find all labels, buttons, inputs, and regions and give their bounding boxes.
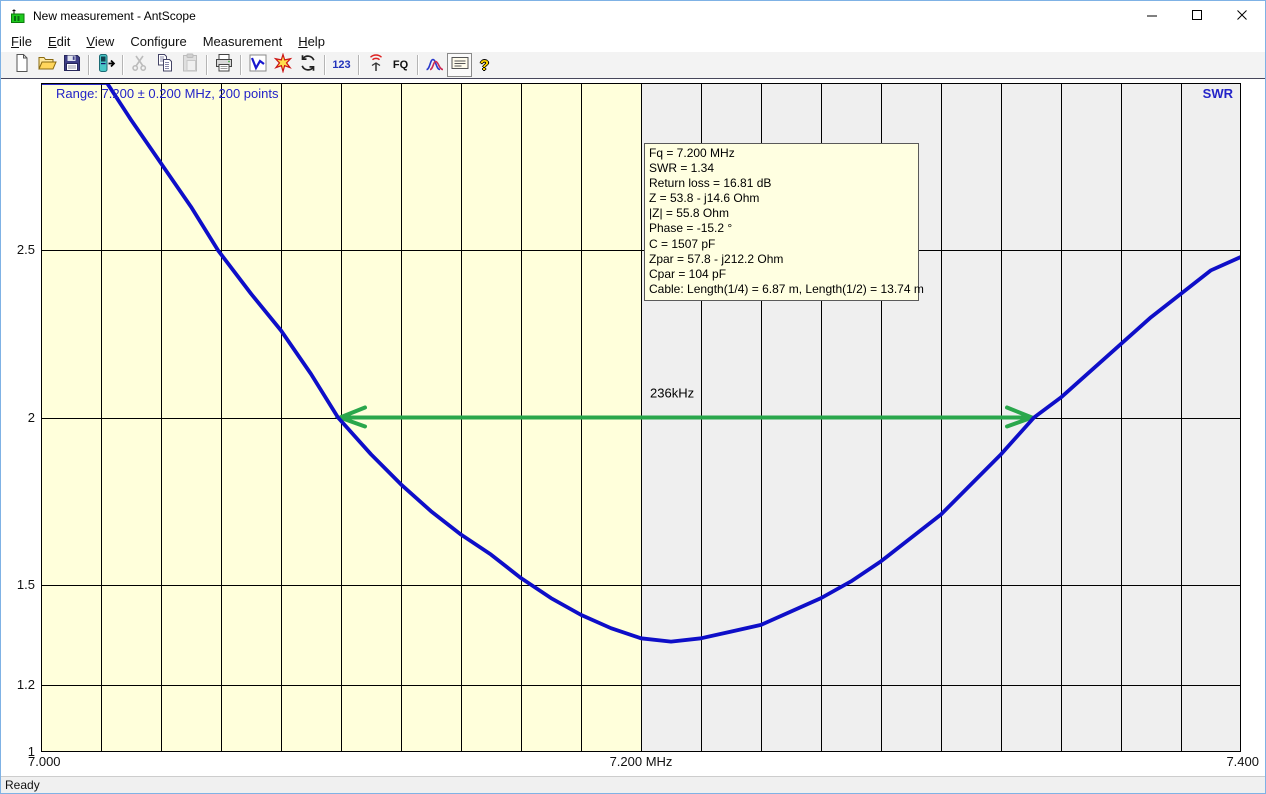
toolbar-separator [206, 55, 207, 75]
maximize-button[interactable] [1175, 1, 1220, 30]
y-tick-1.5: 1.5 [1, 577, 35, 592]
star-burst-icon [273, 53, 293, 78]
range-label: Range: 7.200 ± 0.200 MHz, 200 points [56, 86, 279, 101]
all-graphs-button[interactable] [270, 53, 295, 77]
toolbar: 123 FQ? [1, 52, 1265, 79]
tooltip-line-8: Cpar = 104 pF [649, 267, 914, 282]
menu-view[interactable]: View [78, 32, 122, 51]
notes-panel-button[interactable] [447, 53, 472, 77]
tooltip-line-5: Phase = -15.2 ° [649, 221, 914, 236]
y-tick-1.2: 1.2 [1, 677, 35, 692]
chart-view-button[interactable] [245, 53, 270, 77]
numeric-view-icon: 123 [332, 59, 350, 71]
notes-list-icon [450, 53, 470, 78]
tooltip-line-4: |Z| = 55.8 Ohm [649, 206, 914, 221]
window-controls [1130, 1, 1265, 30]
toolbar-separator [240, 55, 241, 75]
tooltip-line-1: SWR = 1.34 [649, 161, 914, 176]
new-document-icon [12, 53, 32, 78]
open-file-button[interactable] [34, 53, 59, 77]
antenna-signal-button[interactable] [363, 53, 388, 77]
title-bar: New measurement - AntScope [1, 1, 1265, 30]
frequency-setup-button[interactable]: FQ [388, 53, 413, 77]
connect-analyzer-button[interactable] [93, 53, 118, 77]
y-tick-2: 2 [1, 410, 35, 425]
toolbar-separator [88, 55, 89, 75]
menu-help[interactable]: Help [290, 32, 333, 51]
bandwidth-label: 236kHz [650, 386, 694, 401]
x-tick-7.4: 7.400 [1226, 754, 1259, 769]
tooltip-line-2: Return loss = 16.81 dB [649, 176, 914, 191]
window-title: New measurement - AntScope [33, 9, 1130, 23]
new-measurement-button[interactable] [9, 53, 34, 77]
toolbar-separator [417, 55, 418, 75]
analyzer-device-icon [96, 53, 116, 78]
chart-area: 236kHz Range: 7.200 ± 0.200 MHz, 200 poi… [1, 79, 1265, 776]
cut-button [127, 53, 152, 77]
toolbar-separator [122, 55, 123, 75]
refresh-arrows-icon [298, 53, 318, 78]
chart-line-icon [248, 53, 268, 78]
refresh-scan-button[interactable] [295, 53, 320, 77]
copy-pages-icon [155, 53, 175, 78]
menu-bar: FileEditViewConfigureMeasurementHelp [1, 30, 1265, 52]
x-tick-7: 7.000 [28, 754, 61, 769]
save-file-button[interactable] [59, 53, 84, 77]
toolbar-separator [324, 55, 325, 75]
open-folder-icon [37, 53, 57, 78]
measurement-tooltip: Fq = 7.200 MHzSWR = 1.34Return loss = 16… [644, 143, 919, 301]
swr-plot[interactable]: 236kHz Range: 7.200 ± 0.200 MHz, 200 poi… [41, 83, 1241, 752]
status-bar: Ready [1, 776, 1265, 793]
close-button[interactable] [1220, 1, 1265, 30]
tooltip-line-6: C = 1507 pF [649, 237, 914, 252]
save-floppy-icon [62, 53, 82, 78]
status-text: Ready [5, 778, 40, 792]
copy-button[interactable] [152, 53, 177, 77]
app-icon [10, 8, 26, 24]
double-peaks-icon [425, 53, 445, 78]
minimize-button[interactable] [1130, 1, 1175, 30]
print-button[interactable] [211, 53, 236, 77]
tooltip-line-0: Fq = 7.200 MHz [649, 146, 914, 161]
numeric-view-button[interactable]: 123 [329, 53, 354, 77]
printer-icon [214, 53, 234, 78]
antenna-waves-icon [366, 53, 386, 78]
band-overlay-button[interactable] [422, 53, 447, 77]
clipboard-icon [180, 53, 200, 78]
swr-mode-label: SWR [1203, 86, 1233, 101]
y-tick-2.5: 2.5 [1, 242, 35, 257]
paste-button [177, 53, 202, 77]
x-tick-7.2: 7.200 MHz [610, 754, 673, 769]
tooltip-line-9: Cable: Length(1/4) = 6.87 m, Length(1/2)… [649, 282, 914, 297]
menu-measurement[interactable]: Measurement [195, 32, 290, 51]
menu-edit[interactable]: Edit [40, 32, 78, 51]
frequency-setup-icon: FQ [393, 59, 408, 71]
menu-file[interactable]: File [3, 32, 40, 51]
tooltip-line-3: Z = 53.8 - j14.6 Ohm [649, 191, 914, 206]
help-button[interactable]: ? [472, 53, 497, 77]
toolbar-separator [358, 55, 359, 75]
antscope-window: New measurement - AntScope FileEditViewC… [0, 0, 1266, 794]
scissors-icon [130, 53, 150, 78]
question-mark-icon: ? [480, 57, 489, 74]
tooltip-line-7: Zpar = 57.8 - j212.2 Ohm [649, 252, 914, 267]
plot-svg: 236kHz [41, 83, 1241, 752]
menu-configure[interactable]: Configure [122, 32, 194, 51]
